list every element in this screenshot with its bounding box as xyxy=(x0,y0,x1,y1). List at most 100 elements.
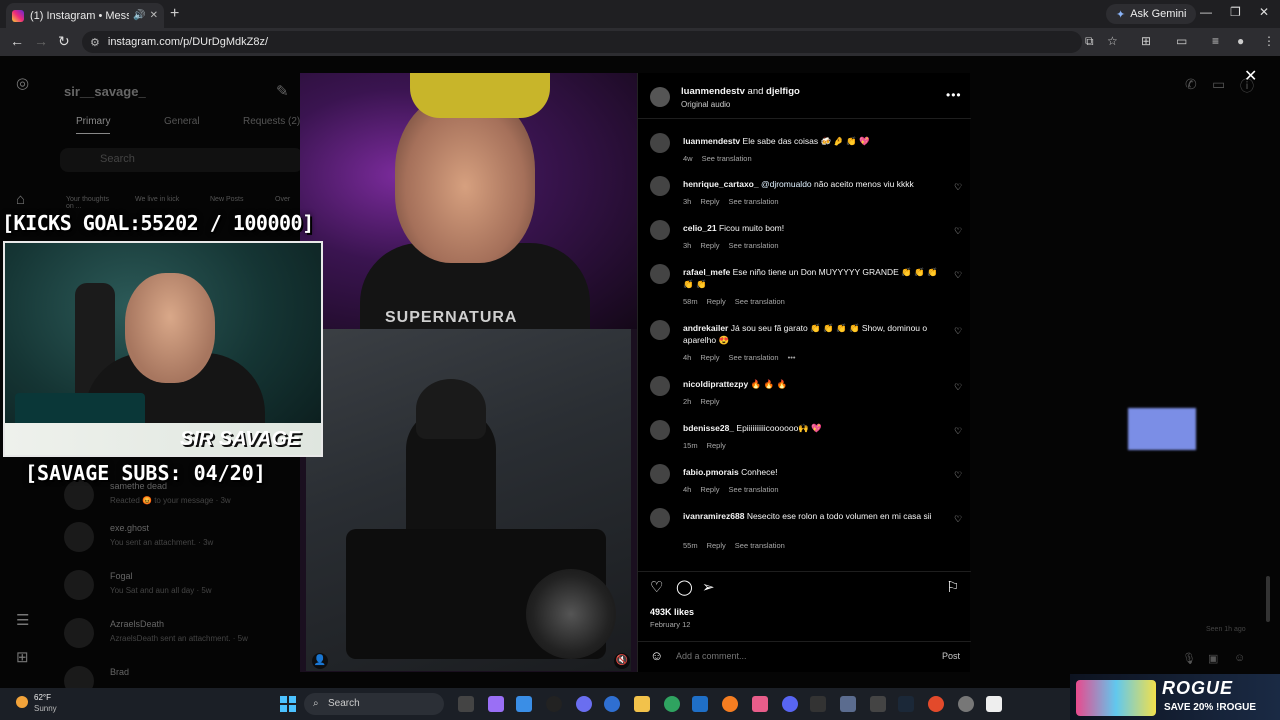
comment-icon[interactable]: ◯ xyxy=(676,578,693,596)
see-translation-link[interactable]: See translation xyxy=(735,541,785,550)
home-icon[interactable]: ⌂ xyxy=(16,191,25,208)
note-chip[interactable]: We live in kick xyxy=(135,196,185,203)
also-from-meta-icon[interactable]: ⊞ xyxy=(16,648,29,666)
app-icon[interactable] xyxy=(546,696,562,712)
like-comment-icon[interactable]: ♡ xyxy=(954,226,962,237)
like-icon[interactable]: ♡ xyxy=(650,578,663,596)
settings-icon[interactable] xyxy=(958,696,974,712)
see-translation-link[interactable]: See translation xyxy=(729,241,779,250)
start-button[interactable] xyxy=(280,696,296,712)
reply-link[interactable]: Reply xyxy=(700,353,719,362)
like-comment-icon[interactable]: ♡ xyxy=(954,514,962,525)
more-options-icon[interactable]: ••• xyxy=(946,88,962,102)
comment-username[interactable]: nicoldiprattezpy xyxy=(683,379,748,389)
copilot-icon[interactable] xyxy=(488,696,504,712)
avatar[interactable] xyxy=(650,376,670,396)
comment-username[interactable]: henrique_cartaxo_ xyxy=(683,179,759,189)
post-media[interactable]: SUPERNATURA 👤 🔇 xyxy=(300,73,637,672)
bookmark-star-icon[interactable]: ☆ xyxy=(1107,34,1118,48)
tab-general[interactable]: General xyxy=(164,116,200,127)
window-close-icon[interactable]: ✕ xyxy=(1259,5,1269,19)
tab-primary[interactable]: Primary xyxy=(76,116,111,134)
task-view-icon[interactable] xyxy=(458,696,474,712)
browser-menu-icon[interactable]: ⋮ xyxy=(1263,34,1275,48)
app-icon[interactable] xyxy=(870,696,886,712)
tab-requests[interactable]: Requests (2) xyxy=(243,116,300,127)
avatar[interactable] xyxy=(650,87,670,107)
avatar[interactable] xyxy=(650,264,670,284)
app-icon[interactable] xyxy=(576,696,592,712)
audio-call-icon[interactable]: ✆ xyxy=(1185,76,1197,93)
app-icon[interactable] xyxy=(752,696,768,712)
comment-username[interactable]: fabio.pmorais xyxy=(683,467,739,477)
author-link[interactable]: djelfigo xyxy=(766,86,800,97)
app-icon[interactable] xyxy=(840,696,856,712)
conversation-item[interactable]: Brad xyxy=(64,662,294,688)
like-comment-icon[interactable]: ♡ xyxy=(954,326,962,337)
like-comment-icon[interactable]: ♡ xyxy=(954,470,962,481)
sticker-icon[interactable]: ☺ xyxy=(1234,652,1245,664)
comment-username[interactable]: rafael_mefe xyxy=(683,267,730,277)
mute-icon[interactable]: 🔇 xyxy=(614,653,630,669)
file-explorer-icon[interactable] xyxy=(634,696,650,712)
weather-desc[interactable]: Sunny xyxy=(34,704,57,713)
site-info-icon[interactable]: ⚙ xyxy=(90,36,100,49)
video-call-icon[interactable]: ▭ xyxy=(1212,76,1225,93)
restore-icon[interactable]: ❐ xyxy=(1230,5,1241,19)
author-link[interactable]: luanmendestv xyxy=(681,86,745,97)
browser-tab-instagram[interactable]: (1) Instagram • Messages 🔊 ✕ xyxy=(6,3,164,28)
back-icon[interactable]: ← xyxy=(10,33,24,49)
steam-icon[interactable] xyxy=(898,696,914,712)
discord-icon[interactable] xyxy=(782,696,798,712)
like-comment-icon[interactable]: ♡ xyxy=(954,382,962,393)
scrollbar-thumb[interactable] xyxy=(1266,576,1270,622)
new-tab-icon[interactable]: + xyxy=(170,5,179,23)
account-username[interactable]: sir__savage_ xyxy=(64,84,146,99)
avatar[interactable] xyxy=(650,320,670,340)
reply-link[interactable]: Reply xyxy=(707,541,726,550)
mention-link[interactable]: @djromualdo xyxy=(761,179,812,189)
cast-icon[interactable]: ▭ xyxy=(1176,34,1187,48)
media-controls-icon[interactable]: ≡ xyxy=(1212,34,1219,48)
conversation-item[interactable]: exe.ghost You sent an attachment. · 3w xyxy=(64,518,294,558)
conversation-item[interactable]: Fogal You Sat and aun all day · 5w xyxy=(64,566,294,606)
taskbar-search[interactable]: ⌕ Search xyxy=(304,693,444,715)
likes-count[interactable]: 493K likes xyxy=(650,607,694,617)
comment-username[interactable]: luanmendestv xyxy=(683,136,740,146)
more-menu-icon[interactable]: ☰ xyxy=(16,611,29,629)
reply-link[interactable]: Reply xyxy=(700,241,719,250)
extensions-icon[interactable]: ⊞ xyxy=(1141,34,1151,48)
weather-sun-icon[interactable] xyxy=(16,696,28,708)
compose-icon[interactable]: ✎ xyxy=(276,82,289,100)
see-translation-link[interactable]: See translation xyxy=(735,297,785,306)
conversation-item[interactable]: AzraelsDeath AzraelsDeath sent an attach… xyxy=(64,614,294,654)
see-translation-link[interactable]: See translation xyxy=(729,353,779,362)
see-translation-link[interactable]: See translation xyxy=(729,197,779,206)
audio-link[interactable]: Original audio xyxy=(681,100,730,109)
app-icon[interactable] xyxy=(516,696,532,712)
reply-link[interactable]: Reply xyxy=(707,441,726,450)
minimize-icon[interactable]: — xyxy=(1200,5,1212,19)
reload-icon[interactable]: ↻ xyxy=(58,33,70,50)
dm-search-input[interactable]: Search xyxy=(60,148,303,172)
avatar[interactable] xyxy=(650,508,670,528)
reply-link[interactable]: Reply xyxy=(700,485,719,494)
share-icon[interactable]: ➢ xyxy=(702,578,715,596)
avatar[interactable] xyxy=(650,220,670,240)
avatar[interactable] xyxy=(650,133,670,153)
comment-username[interactable]: ivanramirez688 xyxy=(683,511,744,521)
reply-link[interactable]: Reply xyxy=(700,397,719,406)
ask-gemini-button[interactable]: ✦ Ask Gemini xyxy=(1106,4,1197,24)
weather-temp[interactable]: 62°F xyxy=(34,693,51,702)
install-app-icon[interactable]: ⧉ xyxy=(1085,34,1094,49)
note-chip[interactable]: New Posts xyxy=(210,196,260,203)
close-modal-icon[interactable]: ✕ xyxy=(1244,66,1257,86)
comment-username[interactable]: celio_21 xyxy=(683,223,717,233)
app-icon[interactable] xyxy=(692,696,708,712)
see-translation-link[interactable]: See translation xyxy=(702,154,752,163)
like-comment-icon[interactable]: ♡ xyxy=(954,182,962,193)
emoji-picker-icon[interactable]: ☺ xyxy=(650,648,663,663)
forward-icon[interactable]: → xyxy=(34,33,48,49)
address-bar[interactable]: ⚙ instagram.com/p/DUrDgMdkZ8z/ xyxy=(82,31,1082,53)
comment-username[interactable]: bdenisse28_ xyxy=(683,423,734,433)
